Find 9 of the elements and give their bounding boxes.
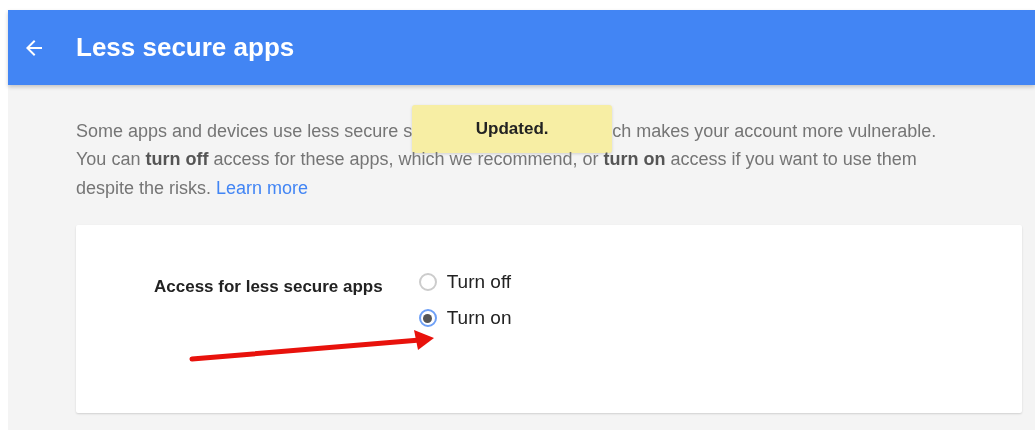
toast-message: Updated.: [412, 105, 613, 153]
radio-button[interactable]: [418, 309, 437, 327]
radio-option[interactable]: Turn off: [418, 271, 512, 293]
description-text: ch makes your account more vulnerable.: [612, 120, 937, 143]
page-title: Less secure apps: [76, 32, 295, 63]
radio-option[interactable]: Turn on: [418, 307, 512, 329]
radio-button[interactable]: [418, 273, 437, 291]
description-text: Some apps and devices use less secure s: [76, 120, 413, 143]
setting-label: Access for less secure apps: [154, 277, 383, 297]
